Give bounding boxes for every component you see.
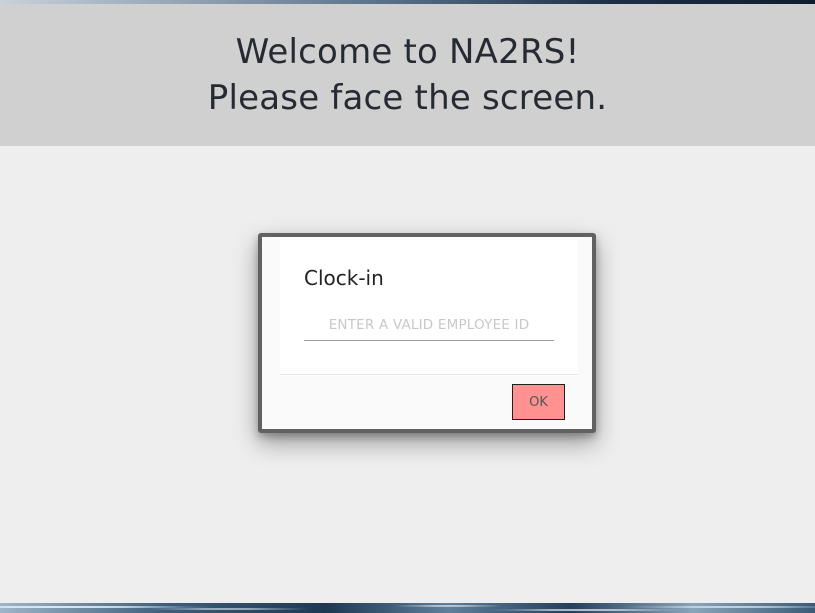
welcome-heading: Welcome to NA2RS! [235,32,580,72]
ok-button[interactable]: OK [512,384,565,420]
instruction-text: Please face the screen. [207,78,608,118]
welcome-header: Welcome to NA2RS! Please face the screen… [0,4,815,146]
employee-id-input[interactable] [304,310,554,341]
dialog-content: Clock-in [280,240,578,376]
clock-in-dialog: Clock-in OK [258,233,596,433]
dialog-title: Clock-in [304,266,384,290]
bottom-background-strip [0,603,815,613]
